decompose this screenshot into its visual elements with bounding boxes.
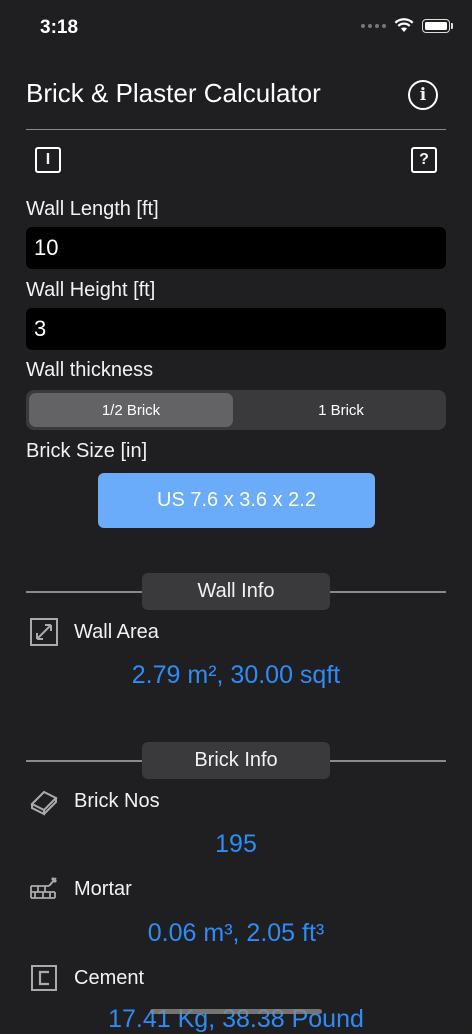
wall-length-input[interactable] [26,227,446,269]
wall-info-section-header: Wall Info [26,573,446,611]
brick-size-label: Brick Size [in] [26,440,148,462]
header-divider [26,129,446,130]
wall-height-input[interactable] [26,308,446,350]
brick-nos-value: 195 [215,830,257,858]
nav-header: Brick & Plaster Calculator i [26,78,446,112]
info-icon[interactable]: i [408,80,438,110]
signal-icon [361,23,386,28]
status-bar: 3:18 [0,0,472,56]
status-time: 3:18 [40,17,79,38]
segment-half-brick[interactable]: 1/2 Brick [29,393,233,427]
wall-height-label: Wall Height [ft] [26,279,156,301]
home-indicator[interactable] [150,1009,322,1014]
wall-thickness-segmented-control: 1/2 Brick 1 Brick [26,390,446,430]
page-title: Brick & Plaster Calculator [26,78,321,108]
status-icons [361,18,453,33]
brick-icon [30,790,58,816]
brick-info-section-header: Brick Info [26,742,446,780]
brick-nos-label: Brick Nos [74,790,160,812]
brick-wall-icon [30,877,57,899]
help-icon[interactable]: ? [411,147,437,173]
wall-length-label: Wall Length [ft] [26,198,159,220]
brick-info-title: Brick Info [142,742,330,779]
mortar-value: 0.06 m³, 2.05 ft³ [147,919,325,947]
mortar-label: Mortar [74,878,132,900]
wall-area-value: 2.79 m², 30.00 sqft [131,661,341,689]
cement-label: Cement [74,967,145,989]
wall-area-label: Wall Area [74,621,159,643]
wall-info-title: Wall Info [142,573,330,610]
segment-one-brick[interactable]: 1 Brick [239,393,443,427]
wifi-icon [394,18,414,32]
expand-icon [30,618,58,646]
battery-icon [422,18,453,33]
cement-icon [31,965,57,991]
cursor-icon[interactable]: I [35,147,61,173]
brick-size-button[interactable]: US 7.6 x 3.6 x 2.2 [98,473,375,528]
wall-thickness-label: Wall thickness [26,359,154,381]
